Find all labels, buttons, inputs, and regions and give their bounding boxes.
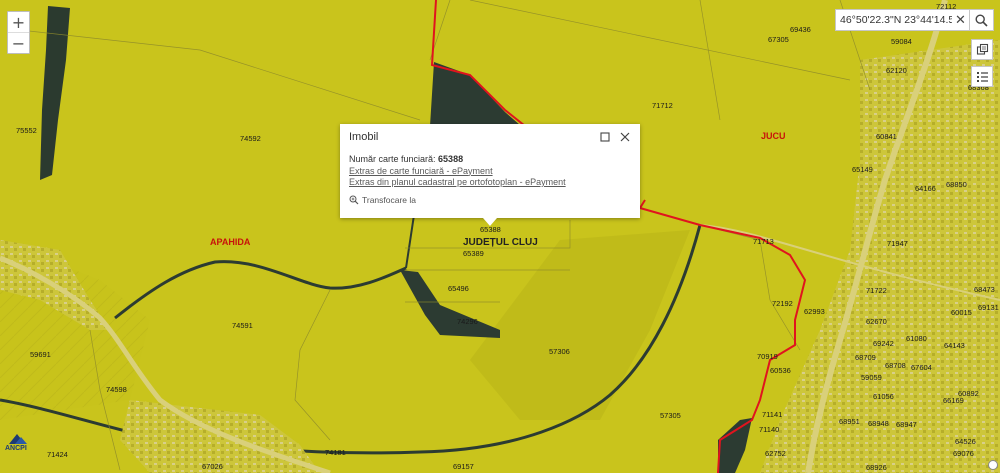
parcel-label: 67305 [768, 35, 789, 44]
zoom-in-icon [349, 195, 359, 205]
search-box: ✕ [835, 9, 970, 31]
parcel-label: 68709 [855, 353, 876, 362]
close-popup-button[interactable] [619, 131, 631, 143]
parcel-label: 62120 [886, 66, 907, 75]
parcel-label: 67604 [911, 363, 932, 372]
list-icon [976, 72, 988, 82]
clear-search-button[interactable]: ✕ [952, 10, 969, 30]
parcel-label: 72192 [772, 299, 793, 308]
search-input[interactable] [836, 14, 952, 26]
parcel-label: 71424 [47, 450, 68, 459]
map-handle[interactable] [988, 460, 998, 470]
parcel-label: 74598 [106, 385, 127, 394]
zoom-out-button[interactable]: − [8, 32, 29, 53]
parcel-label: 74591 [232, 321, 253, 330]
parcel-label: 69436 [790, 25, 811, 34]
search-button[interactable] [970, 9, 994, 31]
parcel-label: 68947 [896, 420, 917, 429]
parcel-label: 69157 [453, 462, 474, 471]
maximize-popup-button[interactable] [599, 131, 611, 143]
parcel-label: 67026 [202, 462, 223, 471]
search-icon [975, 13, 988, 27]
cf-label: Număr carte funciară: [349, 154, 439, 164]
parcel-label: 59059 [861, 373, 882, 382]
extras-plan-cadastral-link[interactable]: Extras din planul cadastral pe ortofotop… [349, 177, 631, 189]
layers-button[interactable] [971, 39, 993, 60]
parcel-label: 71141 [762, 410, 782, 419]
popup-title: Imobil [349, 131, 379, 143]
parcel-label: 68850 [946, 180, 967, 189]
parcel-label: 71722 [866, 286, 887, 295]
parcel-label: 62670 [866, 317, 887, 326]
zoom-control: + − [7, 11, 30, 54]
parcel-label: 60015 [951, 308, 972, 317]
parcel-label: 60536 [770, 366, 791, 375]
zoom-to-button[interactable]: Transfocare la [349, 195, 416, 205]
parcel-label: 60841 [876, 132, 897, 141]
parcel-label: 64166 [915, 184, 936, 193]
parcel-label: 70919 [757, 352, 778, 361]
parcel-label: 68708 [885, 361, 906, 370]
parcel-label: 65389 [463, 249, 484, 258]
parcel-label: 59084 [891, 37, 912, 46]
parcel-label: 68926 [866, 463, 887, 472]
county-label: JUDEȚUL CLUJ [463, 237, 538, 248]
maximize-icon [600, 132, 610, 142]
parcel-label: 74181 [325, 448, 346, 457]
parcel-label: 61056 [873, 392, 894, 401]
parcel-label: 65388 [480, 225, 501, 234]
carte-funciara-number: Număr carte funciară: 65388 [349, 154, 631, 166]
legend-button[interactable] [971, 66, 993, 87]
parcel-label: 62752 [765, 449, 786, 458]
parcel-label: 71713 [753, 237, 774, 246]
layers-icon [976, 43, 988, 55]
parcel-popup: Imobil Număr carte funciară: 65388 Extra… [340, 124, 640, 226]
parcel-label: 61080 [906, 334, 927, 343]
cf-value: 65388 [438, 154, 464, 164]
parcel-label: 62993 [804, 307, 825, 316]
parcel-label: 65496 [448, 284, 469, 293]
parcel-label: 75552 [16, 126, 37, 135]
parcel-label: 68948 [868, 419, 889, 428]
ancpi-logo-text: ANCPI [5, 445, 27, 452]
parcel-label: 59691 [30, 350, 51, 359]
zoom-in-button[interactable]: + [8, 12, 29, 32]
zoom-to-label: Transfocare la [362, 195, 417, 205]
parcel-label: 66169 [943, 396, 964, 405]
parcel-label: 65149 [852, 165, 873, 174]
extras-carte-funciara-link[interactable]: Extras de carte funciară - ePayment [349, 166, 631, 178]
parcel-label: 71140 [759, 425, 779, 434]
region-label-jucu: JUCU [761, 131, 786, 141]
parcel-label: 64143 [944, 341, 965, 350]
parcel-label: 57305 [660, 411, 681, 420]
parcel-label: 71947 [887, 239, 908, 248]
parcel-label: 57306 [549, 347, 570, 356]
parcel-label: 69131 [978, 303, 999, 312]
parcel-label: 68473 [974, 285, 995, 294]
parcel-label: 68951 [839, 417, 860, 426]
parcel-label: 74296 [457, 317, 478, 326]
parcel-label: 69242 [873, 339, 894, 348]
parcel-label: 74592 [240, 134, 261, 143]
parcel-label: 69076 [953, 449, 974, 458]
region-label-apahida: APAHIDA [210, 237, 251, 247]
map-canvas[interactable]: APAHIDA JUCU JUDEȚUL CLUJ 72112 69436 67… [0, 0, 1000, 473]
parcel-label: 71712 [652, 101, 673, 110]
parcel-label: 64526 [955, 437, 976, 446]
close-icon [620, 132, 630, 142]
